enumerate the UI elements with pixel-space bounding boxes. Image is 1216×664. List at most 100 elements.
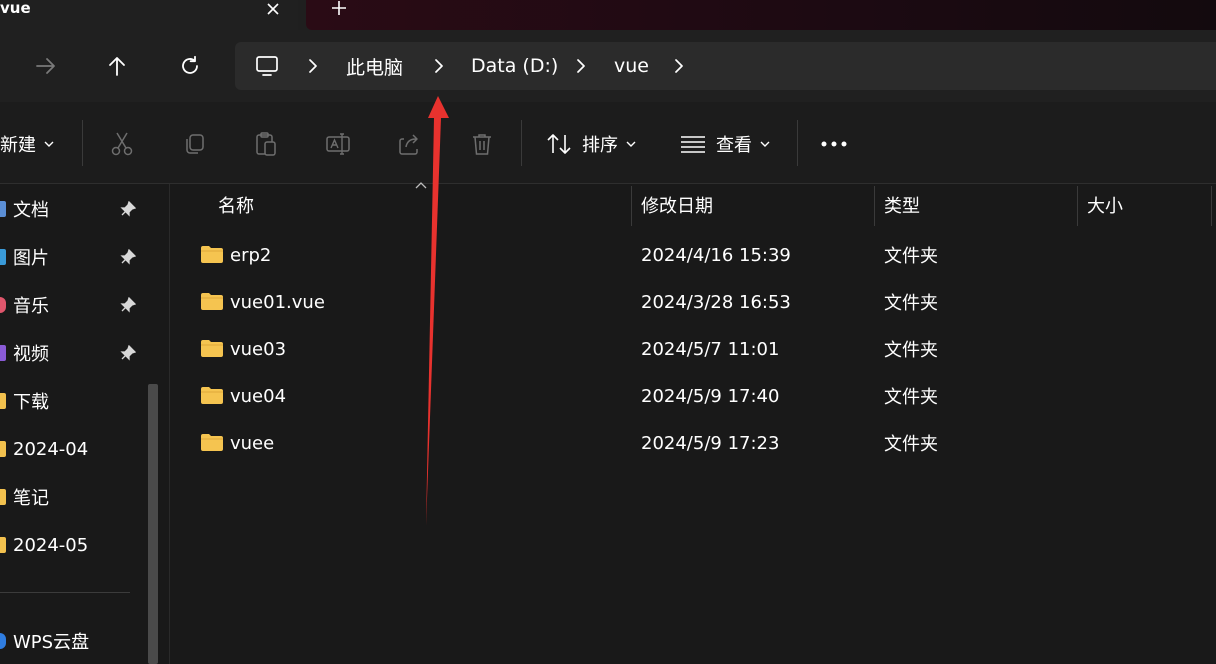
documents-icon xyxy=(0,201,6,217)
breadcrumb-data-drive[interactable]: Data (D:) xyxy=(471,42,558,90)
folder-icon xyxy=(0,537,6,553)
navigation-bar: 此电脑 Data (D:) vue xyxy=(0,30,1216,102)
breadcrumb-chevron[interactable] xyxy=(671,56,687,76)
share-button[interactable] xyxy=(394,128,426,160)
view-label: 查看 xyxy=(716,135,752,156)
sidebar-item-label: 图片 xyxy=(13,248,49,269)
column-header-name[interactable]: 名称 xyxy=(218,184,254,226)
forward-arrow-icon xyxy=(36,58,55,74)
sort-button[interactable]: 排序 xyxy=(546,124,636,164)
sidebar-item-label: 下载 xyxy=(13,392,49,413)
sidebar-item-downloads[interactable]: 下载 xyxy=(0,381,150,421)
table-row[interactable]: vue04 2024/5/9 17:40 文件夹 xyxy=(171,374,1216,418)
table-row[interactable]: vue03 2024/5/7 11:01 文件夹 xyxy=(171,327,1216,371)
table-row[interactable]: vue01.vue 2024/3/28 16:53 文件夹 xyxy=(171,280,1216,324)
chevron-down-icon xyxy=(626,141,636,147)
column-header-size[interactable]: 大小 xyxy=(1087,184,1123,226)
sidebar-item-notes[interactable]: 笔记 xyxy=(0,477,150,517)
videos-icon xyxy=(0,345,6,361)
paste-button[interactable] xyxy=(250,128,282,160)
address-bar[interactable]: 此电脑 Data (D:) vue xyxy=(235,42,1216,90)
toolbar-divider xyxy=(521,120,522,166)
refresh-icon xyxy=(182,55,198,74)
close-icon xyxy=(267,3,279,15)
file-modified: 2024/4/16 15:39 xyxy=(641,244,791,266)
file-modified: 2024/5/7 11:01 xyxy=(641,338,780,360)
folder-icon xyxy=(0,441,6,457)
folder-icon xyxy=(201,434,223,451)
sidebar-item-label: 笔记 xyxy=(13,488,49,509)
toolbar-divider xyxy=(797,120,798,166)
column-divider[interactable] xyxy=(874,186,875,226)
sort-icon xyxy=(547,134,571,154)
file-name: erp2 xyxy=(230,244,272,266)
sidebar-item-label: 2024-04 xyxy=(13,438,89,460)
sidebar-item-2024-04[interactable]: 2024-04 xyxy=(0,429,150,469)
rename-button[interactable] xyxy=(322,128,354,160)
sidebar-item-2024-05[interactable]: 2024-05 xyxy=(0,525,150,565)
folder-icon xyxy=(201,293,223,310)
share-icon xyxy=(399,134,418,155)
sort-ascending-icon xyxy=(415,182,427,189)
breadcrumb-chevron[interactable] xyxy=(573,56,589,76)
column-header-type[interactable]: 类型 xyxy=(884,184,920,226)
column-divider[interactable] xyxy=(1211,186,1212,226)
file-modified: 2024/5/9 17:40 xyxy=(641,385,780,407)
sidebar-item-pictures[interactable]: 图片 xyxy=(0,237,150,277)
sidebar-item-label: 2024-05 xyxy=(13,534,89,556)
delete-icon xyxy=(473,134,491,155)
pin-icon xyxy=(120,201,136,217)
sidebar-item-label: 音乐 xyxy=(13,296,49,317)
sidebar-item-wps-cloud[interactable]: WPS云盘 xyxy=(0,621,150,661)
sort-label: 排序 xyxy=(582,135,618,156)
more-options-button[interactable] xyxy=(820,124,850,164)
chevron-down-icon xyxy=(44,141,54,147)
tab-strip xyxy=(306,0,1216,30)
rename-icon xyxy=(326,133,350,155)
sidebar-item-label: WPS云盘 xyxy=(13,632,90,653)
chevron-right-icon xyxy=(435,59,443,73)
refresh-button[interactable] xyxy=(172,50,208,82)
cloud-icon xyxy=(0,633,6,649)
view-list-icon xyxy=(681,136,705,153)
breadcrumb-chevron[interactable] xyxy=(431,56,447,76)
sidebar-item-videos[interactable]: 视频 xyxy=(0,333,150,373)
tab-vue[interactable]: vue xyxy=(0,0,298,30)
file-name: vue04 xyxy=(230,385,287,407)
navigation-pane: 文档 图片 音乐 视频 下载 2024-04 笔记 2024-05 WPS云盘 xyxy=(0,184,170,664)
delete-button[interactable] xyxy=(466,128,498,160)
view-button[interactable]: 查看 xyxy=(680,124,770,164)
column-header-modified[interactable]: 修改日期 xyxy=(641,184,713,226)
breadcrumb-chevron[interactable] xyxy=(305,56,321,76)
sidebar-item-label: 视频 xyxy=(13,344,49,365)
up-button[interactable] xyxy=(99,50,135,82)
pictures-icon xyxy=(0,249,6,265)
copy-button[interactable] xyxy=(178,128,210,160)
breadcrumb-this-pc[interactable]: 此电脑 xyxy=(346,42,403,90)
pin-icon xyxy=(120,345,136,361)
title-bar: vue xyxy=(0,0,1216,30)
cut-button[interactable] xyxy=(106,128,138,160)
more-icon xyxy=(821,141,847,147)
sidebar-item-documents[interactable]: 文档 xyxy=(0,189,150,229)
sidebar-item-music[interactable]: 音乐 xyxy=(0,285,150,325)
column-divider[interactable] xyxy=(631,186,632,226)
table-row[interactable]: vuee 2024/5/9 17:23 文件夹 xyxy=(171,421,1216,465)
command-bar: 新建 排序 查看 xyxy=(0,102,1216,184)
forward-button[interactable] xyxy=(28,50,64,82)
table-row[interactable]: erp2 2024/4/16 15:39 文件夹 xyxy=(171,233,1216,277)
close-tab-button[interactable] xyxy=(262,0,284,20)
sidebar-scrollbar[interactable] xyxy=(148,384,158,664)
this-pc-breadcrumb-button[interactable] xyxy=(255,42,279,90)
file-type: 文件夹 xyxy=(884,293,938,314)
file-modified: 2024/5/9 17:23 xyxy=(641,432,780,454)
chevron-right-icon xyxy=(675,59,683,73)
column-divider[interactable] xyxy=(1077,186,1078,226)
breadcrumb-vue[interactable]: vue xyxy=(614,42,649,90)
new-tab-button[interactable] xyxy=(322,0,356,20)
new-button[interactable]: 新建 xyxy=(0,124,54,164)
copy-icon xyxy=(186,134,204,154)
file-name: vuee xyxy=(230,432,275,454)
pin-icon xyxy=(120,249,136,265)
up-arrow-icon xyxy=(109,57,125,76)
